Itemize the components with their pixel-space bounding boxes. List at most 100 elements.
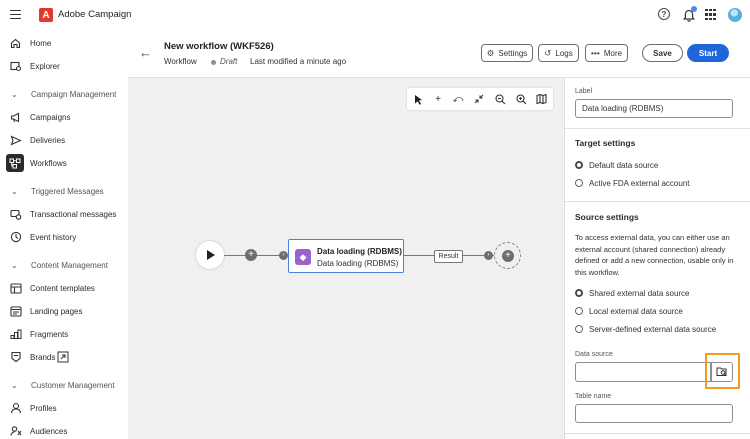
play-icon	[207, 250, 215, 260]
sidebar-item-label: Content templates	[30, 283, 95, 293]
section-content-management[interactable]: ⌄ Content Management	[0, 256, 128, 274]
gear-icon: ⚙	[486, 47, 495, 58]
section-label: Content Management	[31, 260, 108, 270]
explorer-icon	[9, 60, 22, 73]
section-customer-management[interactable]: ⌄ Customer Management	[0, 376, 128, 394]
empty-activity-slot[interactable]: +	[494, 242, 521, 269]
sidebar-item-label: Profiles	[30, 403, 57, 413]
activity-subtitle: Data loading (RDBMS)	[317, 259, 399, 268]
sidebar-item-label: Transactional messages	[30, 209, 117, 219]
radio-label: Server-defined external data source	[589, 324, 717, 334]
radio-shared-external-source[interactable]: Shared external data source	[575, 287, 690, 299]
add-activity-icon[interactable]: +	[502, 250, 514, 262]
sidebar-item-label: Campaigns	[30, 112, 71, 122]
properties-panel: Label Data loading (RDBMS) Target settin…	[564, 78, 750, 439]
workflow-type: Workflow	[164, 57, 197, 66]
sidebar-item-fragments[interactable]: Fragments	[0, 324, 128, 344]
workflow-header: ← New workflow (WKF526) Workflow Draft L…	[128, 30, 750, 78]
target-settings-title: Target settings	[575, 138, 636, 148]
add-icon[interactable]: +	[430, 91, 446, 107]
template-icon	[9, 282, 22, 295]
activity-data-loading[interactable]: ◆ Data loading (RDBMS) Data loading (RDB…	[288, 239, 404, 273]
sidebar-item-deliveries[interactable]: Deliveries	[0, 130, 128, 150]
sidebar-item-content-templates[interactable]: Content templates	[0, 278, 128, 298]
profile-icon	[9, 402, 22, 415]
settings-label: Settings	[498, 48, 528, 58]
panel-footer	[565, 433, 750, 439]
save-button[interactable]: Save	[642, 44, 683, 62]
page-title: New workflow (WKF526)	[164, 41, 274, 52]
rotate-icon[interactable]: ⤺	[450, 91, 466, 107]
apps-grid-icon[interactable]	[705, 9, 716, 20]
select-icon[interactable]	[410, 91, 426, 107]
logs-button[interactable]: ↺ Logs	[538, 44, 579, 62]
sidebar-item-brands[interactable]: Brands	[0, 347, 128, 367]
sidebar-item-home[interactable]: Home	[0, 33, 128, 53]
megaphone-icon	[9, 111, 22, 124]
section-campaign-management[interactable]: ⌄ Campaign Management	[0, 85, 128, 103]
highlight-box	[705, 353, 740, 389]
sidebar-item-workflows[interactable]: Workflows	[0, 153, 128, 173]
bell-icon[interactable]	[682, 6, 697, 22]
zoom-in-icon[interactable]	[513, 91, 529, 107]
chevron-down-icon: ⌄	[11, 380, 18, 390]
settings-button[interactable]: ⚙ Settings	[481, 44, 533, 62]
minimap-icon[interactable]	[533, 91, 549, 107]
start-node[interactable]	[196, 241, 224, 269]
activity-title: Data loading (RDBMS)	[317, 247, 402, 256]
radio-active-fda-account[interactable]: Active FDA external account	[575, 177, 690, 189]
table-name-input[interactable]	[575, 404, 733, 423]
data-loading-icon: ◆	[295, 249, 311, 265]
user-avatar[interactable]	[728, 8, 742, 22]
zoom-out-icon[interactable]	[492, 91, 508, 107]
external-link-icon	[57, 351, 69, 365]
section-label: Triggered Messages	[31, 186, 104, 196]
sidebar-item-audiences[interactable]: Audiences	[0, 421, 128, 439]
sidebar-item-transactional-messages[interactable]: Transactional messages	[0, 204, 128, 224]
chevron-down-icon: ⌄	[11, 89, 18, 99]
radio-indicator	[575, 161, 583, 169]
chevron-right-icon: ›	[279, 251, 288, 260]
radio-indicator	[575, 289, 583, 297]
radio-indicator	[575, 325, 583, 333]
section-triggered-messages[interactable]: ⌄ Triggered Messages	[0, 182, 128, 200]
sidebar-item-landing-pages[interactable]: Landing pages	[0, 301, 128, 321]
source-description: To access external data, you can either …	[575, 233, 734, 277]
section-label: Customer Management	[31, 380, 115, 390]
brand-icon	[9, 351, 22, 364]
label-input[interactable]: Data loading (RDBMS)	[575, 99, 733, 118]
table-name-caption: Table name	[575, 393, 612, 400]
workflow-canvas[interactable]: + ⤺ + › ◆ Data loading (RDBMS) Data load…	[128, 78, 564, 439]
chevron-right-icon: ›	[484, 251, 493, 260]
radio-default-data-source[interactable]: Default data source	[575, 159, 658, 171]
more-label: More	[603, 48, 623, 58]
more-dots-icon: •••	[590, 48, 600, 58]
help-icon[interactable]: ?	[658, 8, 670, 20]
start-button[interactable]: Start	[687, 44, 729, 62]
menu-icon[interactable]	[10, 10, 21, 20]
sidebar-item-label: Audiences	[30, 426, 68, 436]
sidebar-item-explorer[interactable]: Explorer	[0, 56, 128, 76]
radio-local-external-source[interactable]: Local external data source	[575, 305, 683, 317]
radio-server-defined-source[interactable]: Server-defined external data source	[575, 323, 716, 335]
transactional-icon	[9, 208, 22, 221]
more-button[interactable]: ••• More	[585, 44, 628, 62]
radio-indicator	[575, 179, 583, 187]
radio-label: Default data source	[589, 160, 659, 170]
sidebar-item-profiles[interactable]: Profiles	[0, 398, 128, 418]
add-activity-icon[interactable]: +	[245, 249, 257, 261]
radio-label: Local external data source	[589, 306, 683, 316]
sidebar-item-label: Home	[30, 38, 52, 48]
sidebar-item-campaigns[interactable]: Campaigns	[0, 107, 128, 127]
back-arrow-icon[interactable]: ←	[139, 45, 152, 60]
sidebar-item-label: Fragments	[30, 329, 69, 339]
sidebar-item-label: Landing pages	[30, 306, 83, 316]
sidebar-item-event-history[interactable]: Event history	[0, 227, 128, 247]
sidebar: Home Explorer ⌄ Campaign Management Camp…	[0, 30, 128, 439]
collapse-icon[interactable]	[471, 91, 487, 107]
fragments-icon	[9, 328, 22, 341]
data-source-input[interactable]	[575, 362, 711, 382]
chevron-down-icon: ⌄	[11, 186, 18, 196]
home-icon	[9, 37, 22, 50]
divider	[565, 128, 750, 129]
